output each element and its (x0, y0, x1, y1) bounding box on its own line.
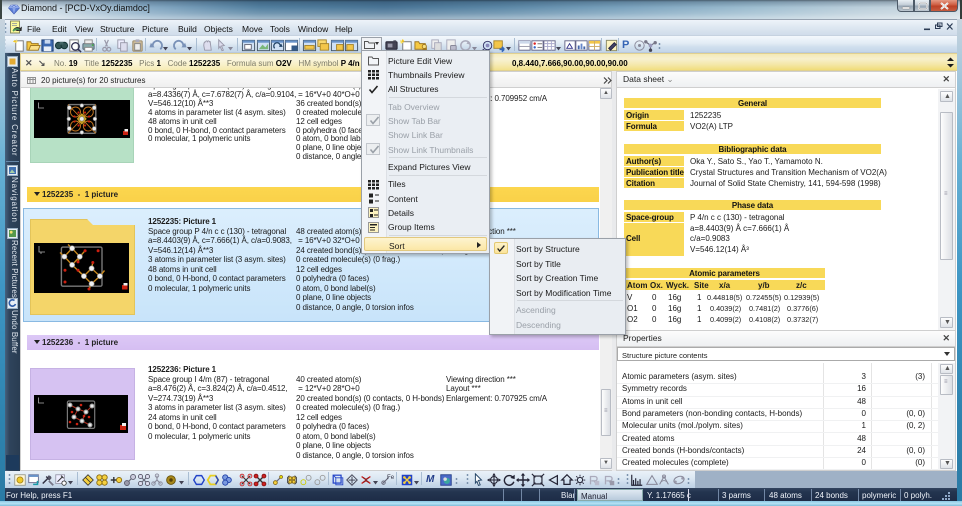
svg-text:Fe: Fe (387, 474, 394, 481)
